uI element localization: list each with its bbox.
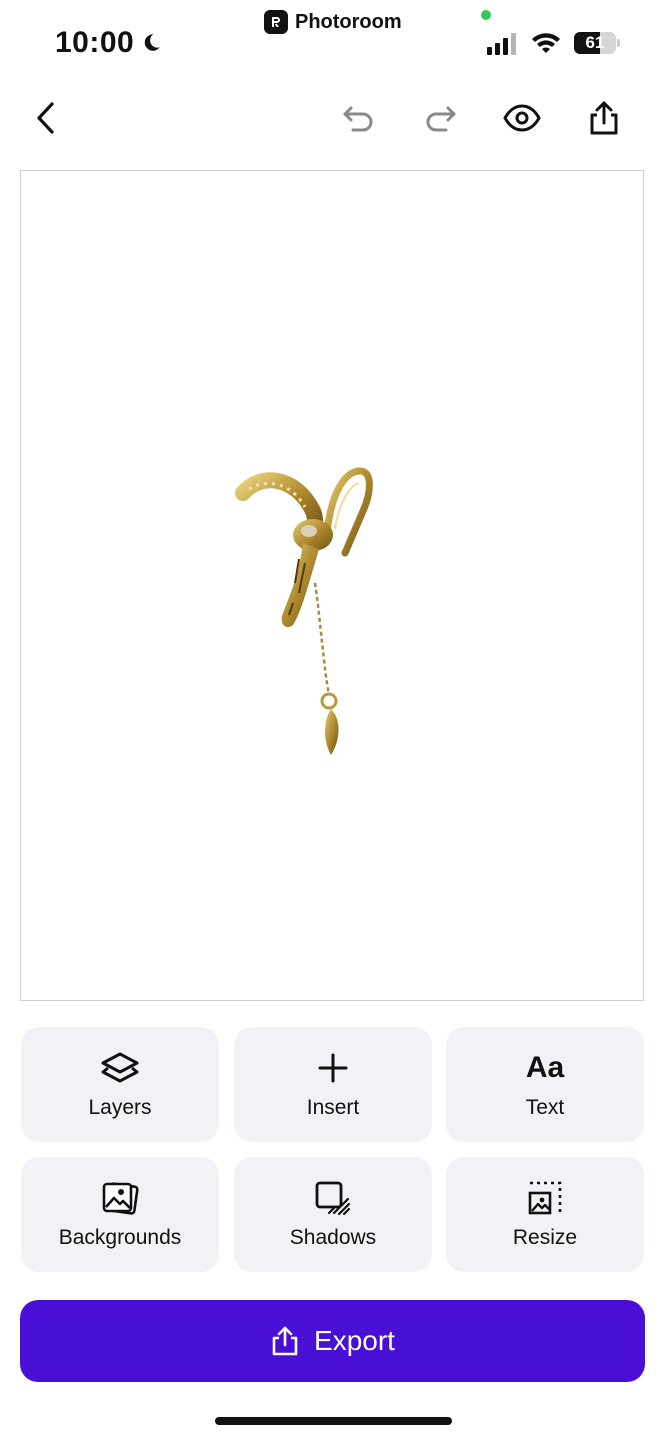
back-chevron-icon — [37, 102, 54, 134]
insert-label: Insert — [306, 1095, 360, 1119]
text-button[interactable]: Aa Text — [446, 1027, 644, 1142]
shadows-button[interactable]: Shadows — [234, 1157, 432, 1272]
layers-button[interactable]: Layers — [21, 1027, 219, 1142]
resize-label: Resize — [512, 1225, 578, 1249]
redo-icon — [426, 106, 456, 132]
cellular-signal-icon — [487, 33, 516, 55]
export-share-icon — [272, 1326, 298, 1356]
privacy-indicator-dot — [481, 10, 491, 20]
preview-button[interactable] — [500, 96, 544, 140]
layers-label: Layers — [88, 1095, 152, 1119]
resize-icon — [527, 1180, 563, 1216]
battery-icon: 61 — [574, 32, 616, 54]
undo-icon — [343, 106, 373, 132]
undo-button[interactable] — [337, 96, 381, 140]
time-text: 10:00 — [55, 26, 135, 59]
redo-button[interactable] — [418, 96, 462, 140]
battery-tip — [617, 39, 620, 47]
resize-button[interactable]: Resize — [446, 1157, 644, 1272]
layers-icon — [100, 1050, 140, 1086]
insert-button[interactable]: Insert — [234, 1027, 432, 1142]
share-button[interactable] — [582, 96, 626, 140]
backgrounds-label: Backgrounds — [58, 1225, 182, 1249]
export-label: Export — [314, 1325, 395, 1356]
export-button[interactable]: Export — [20, 1300, 645, 1382]
home-indicator[interactable] — [215, 1417, 452, 1425]
images-icon — [101, 1180, 139, 1216]
photoroom-logo-icon — [264, 10, 288, 34]
text-aa-icon: Aa — [525, 1050, 565, 1084]
backgrounds-button[interactable]: Backgrounds — [21, 1157, 219, 1272]
plus-icon — [317, 1050, 349, 1086]
editor-canvas[interactable] — [20, 170, 644, 1001]
share-icon — [590, 101, 618, 135]
shadows-label: Shadows — [289, 1225, 377, 1249]
app-name: Photoroom — [295, 10, 402, 33]
wifi-icon — [532, 33, 560, 53]
status-time: 10:00 — [55, 26, 162, 60]
preview-eye-icon — [503, 104, 541, 132]
back-button[interactable] — [24, 96, 68, 140]
moon-icon — [144, 34, 160, 51]
text-label: Text — [525, 1095, 565, 1119]
app-indicator[interactable]: Photoroom — [264, 10, 402, 34]
shadow-icon — [314, 1180, 352, 1216]
battery-percentage: 61 — [585, 33, 605, 52]
earring-image[interactable] — [235, 463, 395, 763]
